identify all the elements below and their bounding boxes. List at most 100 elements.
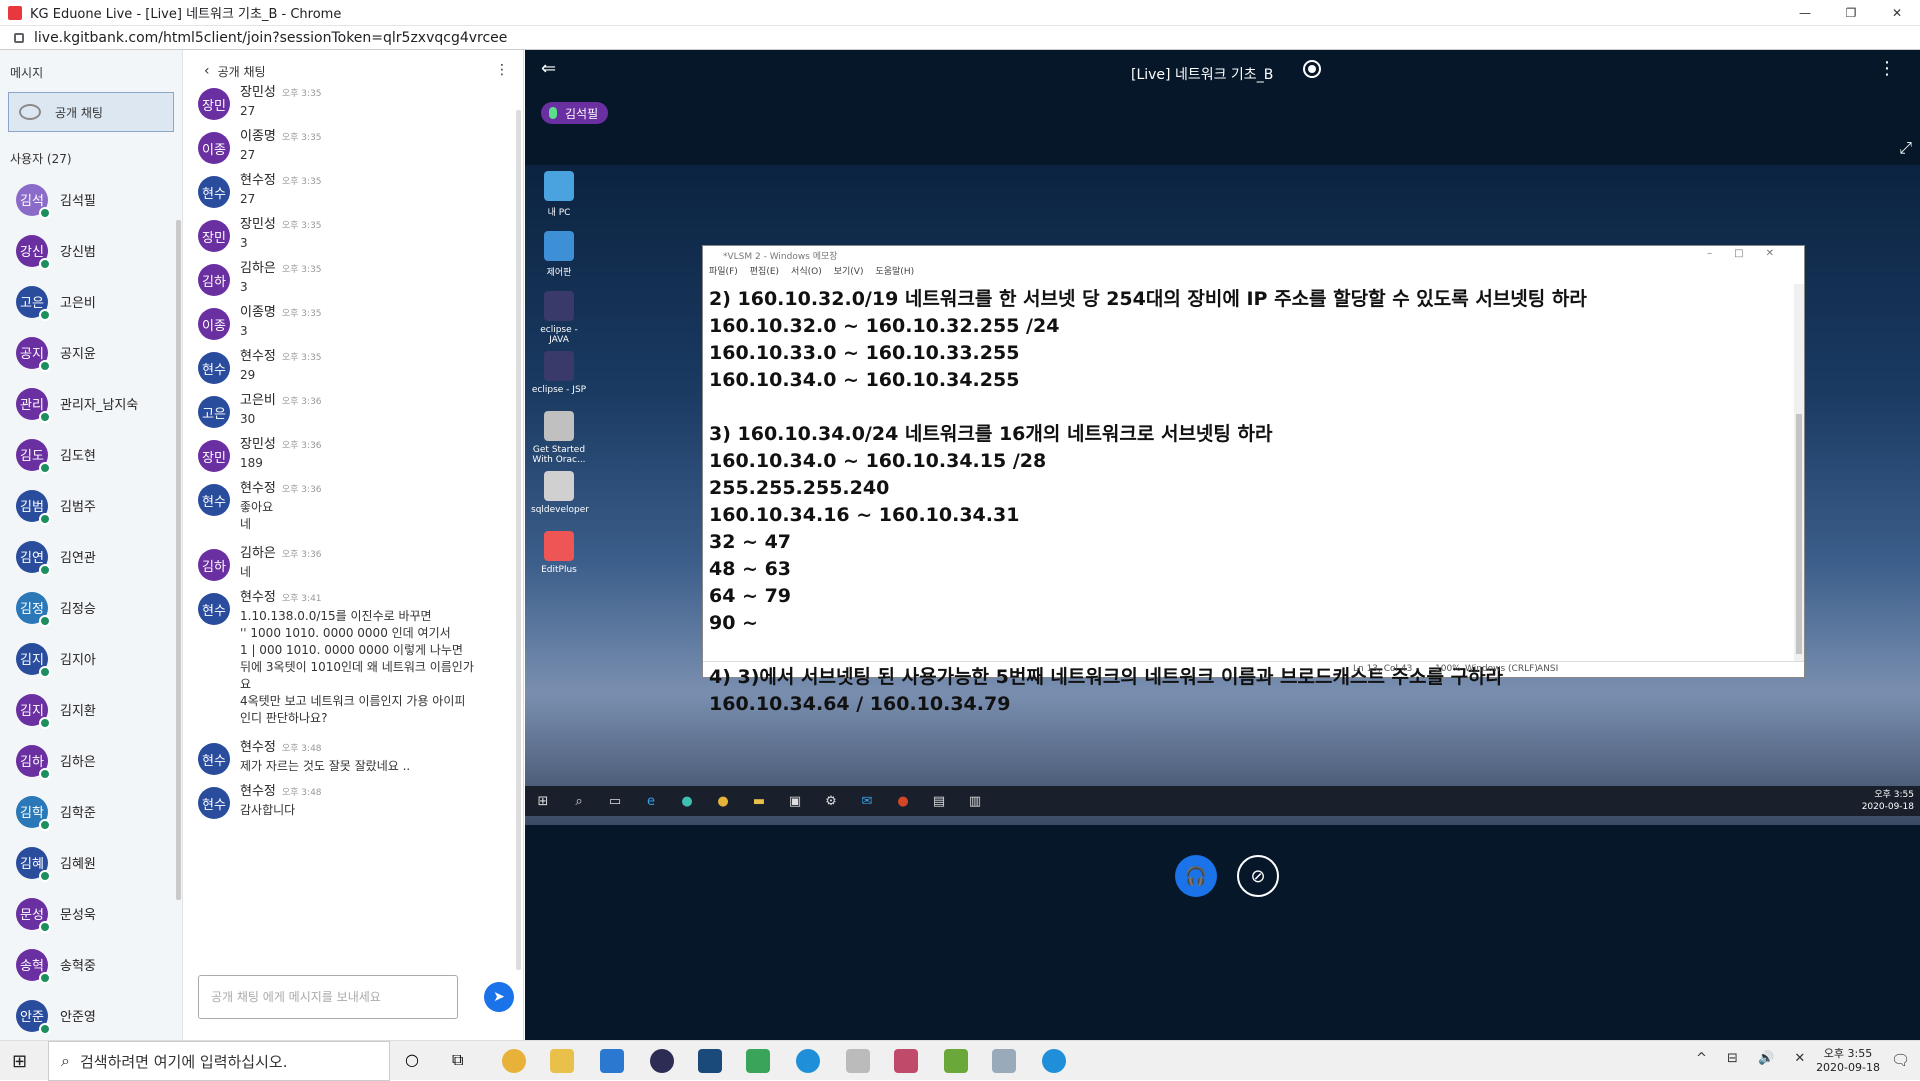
file-explorer-icon[interactable] [550, 1049, 574, 1073]
taskbar-clock[interactable]: 오후 3:55 2020-09-18 [1816, 1047, 1880, 1075]
user-list-item[interactable]: 김석 김석필 [0, 174, 176, 225]
edge-icon[interactable] [796, 1049, 820, 1073]
app-icon[interactable] [846, 1049, 870, 1073]
avatar: 장민 [198, 220, 230, 252]
avatar-initials: 김정 [20, 602, 44, 617]
notepad-statusbar: Ln 13, Col 43 100% Windows (CRLF) ANSI [703, 661, 1804, 677]
vscode-icon[interactable] [698, 1049, 722, 1073]
back-icon[interactable]: ‹ [204, 63, 210, 79]
avatar-initials: 김지 [20, 704, 44, 719]
eclipse-icon[interactable] [650, 1049, 674, 1073]
user-list-item[interactable]: 공지 공지윤 [0, 327, 176, 378]
app2-icon[interactable] [894, 1049, 918, 1073]
message-text: 27 [240, 104, 256, 118]
maximize-button[interactable]: ❐ [1828, 0, 1874, 26]
leave-icon[interactable]: ⇐ [541, 58, 556, 79]
message-sender: 이종명 [240, 129, 276, 144]
notepad-icon[interactable] [992, 1049, 1016, 1073]
desktop-shortcut: sqldeveloper [531, 471, 589, 515]
message-time: 오후 3:48 [281, 788, 322, 798]
notepad-line: 48 ~ 63 [709, 558, 792, 580]
user-list-item[interactable]: 송혁 송혁중 [0, 939, 176, 990]
user-list-item[interactable]: 김지 김지아 [0, 633, 176, 684]
camera-button[interactable]: ⊘ [1237, 855, 1279, 897]
record-icon[interactable] [1303, 60, 1321, 78]
address-bar[interactable]: live.kgitbank.com/html5client/join?sessi… [0, 26, 1920, 50]
user-list-item[interactable]: 김학 김학준 [0, 786, 176, 837]
user-list-item[interactable]: 김정 김정승 [0, 582, 176, 633]
message-sender: 현수정 [240, 173, 276, 188]
taskbar-search[interactable]: ⌕ 검색하려면 여기에 입력하십시오. [48, 1041, 390, 1081]
chat-message: 현수 현수정 오후 3:48 제가 자르는 것도 잘못 잘랐네요 .. [184, 739, 512, 775]
remote-store-icon: ▣ [788, 793, 802, 809]
user-name: 김연관 [60, 551, 96, 566]
avatar: 현수 [198, 352, 230, 384]
user-list-item[interactable]: 김범 김범주 [0, 480, 176, 531]
chat-message-input[interactable]: 공개 채팅 에게 메시지를 보내세요 [198, 975, 458, 1019]
online-status-icon [39, 512, 51, 525]
user-list-item[interactable]: 안준 안준영 [0, 990, 176, 1034]
desktop-shortcut: eclipse - JAVA [531, 291, 587, 345]
cortana-icon[interactable]: ○ [405, 1050, 419, 1069]
shortcut-label: Get Started With Orac... [532, 445, 586, 465]
user-list-scrollbar[interactable] [176, 220, 181, 900]
audio-button[interactable]: 🎧 [1175, 855, 1217, 897]
fullscreen-icon[interactable]: ⤢ [1899, 138, 1912, 158]
taskview-icon[interactable]: ⧉ [452, 1050, 463, 1070]
shortcut-label: eclipse - JSP [531, 385, 587, 395]
avatar: 안준 [16, 999, 51, 1034]
presentation-header: ⇐ [Live] 네트워크 기초_B ⋮ 김석필 ⤢ [525, 50, 1920, 165]
user-list-item[interactable]: 김연 김연관 [0, 531, 176, 582]
notepad-line: 160.10.34.64 / 160.10.34.79 [709, 693, 1011, 715]
avatar: 공지 [16, 336, 51, 372]
chat-icon [19, 104, 41, 120]
user-list-item[interactable]: 문성 문성욱 [0, 888, 176, 939]
message-sender: 장민성 [240, 437, 276, 452]
send-button[interactable]: ➤ [484, 982, 514, 1012]
notepad-line: 90 ~ [709, 612, 758, 634]
notepad-line: 160.10.34.16 ~ 160.10.34.31 [709, 504, 1020, 526]
online-status-icon [39, 563, 51, 576]
user-name: 김지환 [60, 704, 96, 719]
chat-scrollbar[interactable] [516, 110, 521, 970]
message-body: 현수정 오후 3:41 1.10.138.0.0/15를 이진수로 바꾸면 '' 10… [240, 589, 512, 727]
public-chat-item[interactable]: 공개 채팅 [8, 92, 174, 132]
status-zoom: 100% [1435, 664, 1461, 674]
avatar-initials: 장민 [202, 450, 226, 466]
edge2-icon[interactable] [1042, 1049, 1066, 1073]
chrome-icon[interactable] [502, 1049, 526, 1073]
more-options-icon[interactable]: ⋮ [495, 62, 509, 78]
start-button[interactable]: ⊞ [12, 1051, 27, 1072]
user-list-item[interactable]: 관리 관리자_남지숙 [0, 378, 176, 429]
user-list-item[interactable]: 김도 김도현 [0, 429, 176, 480]
notification-icon[interactable]: 🗨 [1891, 1051, 1910, 1069]
user-list-item[interactable]: 김지 김지환 [0, 684, 176, 735]
tray-icons[interactable]: ^ ⊟ 🔊 ✕ [1696, 1051, 1813, 1066]
online-status-icon [39, 206, 51, 219]
user-list-item[interactable]: 강신 강신범 [0, 225, 176, 276]
url-text[interactable]: live.kgitbank.com/html5client/join?sessi… [34, 30, 507, 46]
chat-message: 고은 고은비 오후 3:36 30 [184, 392, 512, 428]
message-text: '' 1000 1010. 0000 0000 인데 여기서 [240, 626, 451, 640]
online-status-icon [39, 614, 51, 627]
user-list-item[interactable]: 고은 고은비 [0, 276, 176, 327]
notepad-line: 160.10.33.0 ~ 160.10.33.255 [709, 342, 1020, 364]
presenter-badge: 김석필 [541, 102, 609, 124]
app3-icon[interactable] [944, 1049, 968, 1073]
chat-message: 김하 김하은 오후 3:35 3 [184, 260, 512, 296]
avatar-initials: 김학 [20, 806, 44, 821]
user-name: 송혁중 [60, 959, 96, 974]
close-button[interactable]: ✕ [1874, 0, 1920, 26]
shortcut-icon [544, 411, 574, 441]
user-list-item[interactable]: 김혜 김혜원 [0, 837, 176, 888]
avatar: 김하 [16, 744, 51, 780]
options-menu-icon[interactable]: ⋮ [1878, 58, 1896, 79]
media-player-icon[interactable] [746, 1049, 770, 1073]
minimize-button[interactable]: — [1782, 0, 1828, 26]
mail-icon[interactable] [600, 1049, 624, 1073]
avatar-initials: 현수 [202, 753, 226, 769]
avatar-initials: 송혁 [20, 959, 44, 974]
message-text: 제가 자르는 것도 잘못 잘랐네요 .. [240, 759, 411, 773]
message-body: 고은비 오후 3:36 30 [240, 392, 512, 428]
user-list-item[interactable]: 김하 김하은 [0, 735, 176, 786]
